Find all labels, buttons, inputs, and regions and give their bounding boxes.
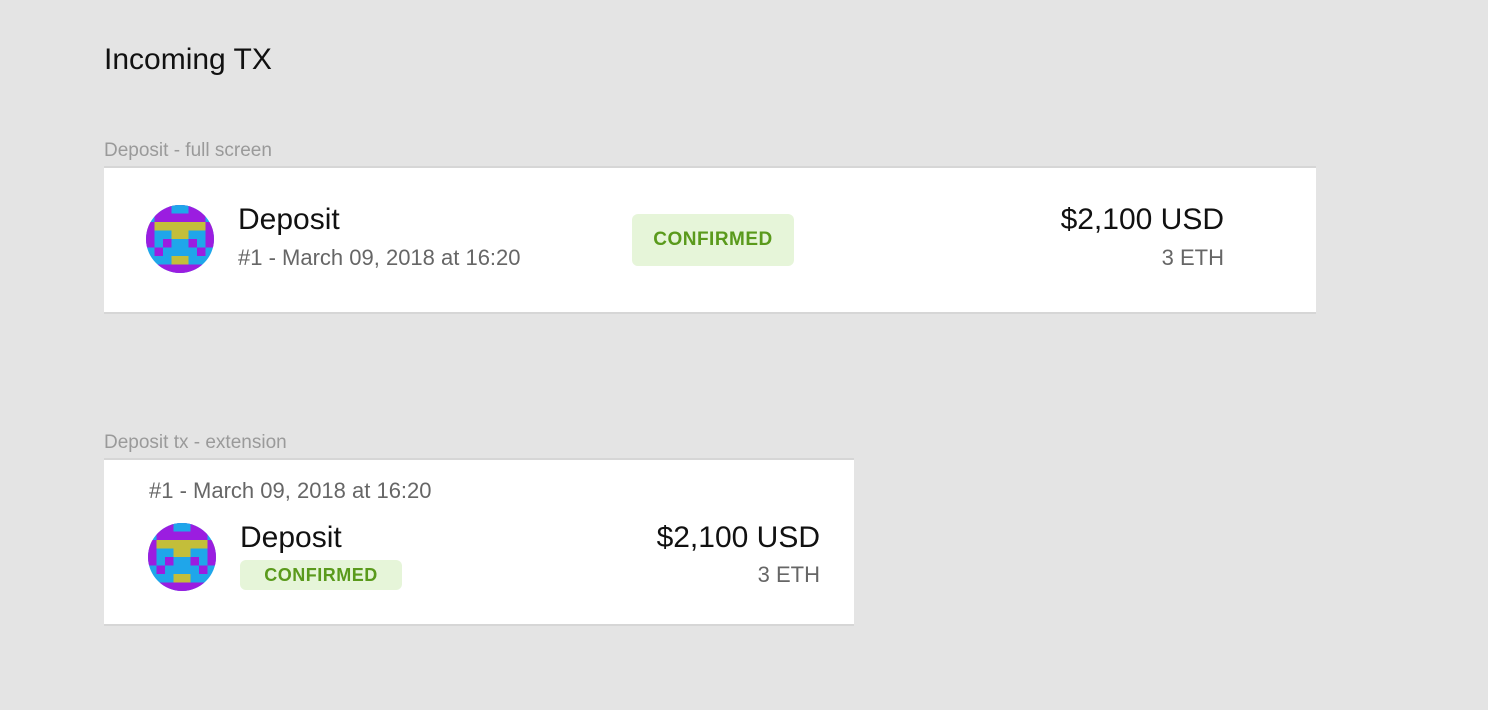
deposit-card-full-screen[interactable]: Deposit #1 - March 09, 2018 at 16:20 CON… [104, 166, 1316, 314]
amount-crypto: 3 ETH [757, 562, 820, 587]
tx-meta: #1 - March 09, 2018 at 16:20 [149, 478, 432, 503]
identicon-avatar-icon [146, 205, 214, 273]
identicon-avatar-icon [148, 523, 216, 591]
amount-crypto: 3 ETH [1161, 245, 1224, 270]
section-label-full-screen: Deposit - full screen [104, 140, 272, 161]
status-badge: CONFIRMED [632, 214, 794, 266]
amount-fiat: $2,100 USD [656, 521, 820, 554]
amount-fiat: $2,100 USD [1060, 203, 1224, 236]
section-label-extension: Deposit tx - extension [104, 432, 287, 453]
tx-title: Deposit [240, 521, 342, 554]
status-badge: CONFIRMED [240, 560, 402, 590]
page-title: Incoming TX [104, 43, 272, 76]
tx-title: Deposit [238, 203, 340, 236]
tx-meta: #1 - March 09, 2018 at 16:20 [238, 245, 521, 270]
deposit-card-extension[interactable]: #1 - March 09, 2018 at 16:20 Deposit CON… [104, 458, 854, 626]
